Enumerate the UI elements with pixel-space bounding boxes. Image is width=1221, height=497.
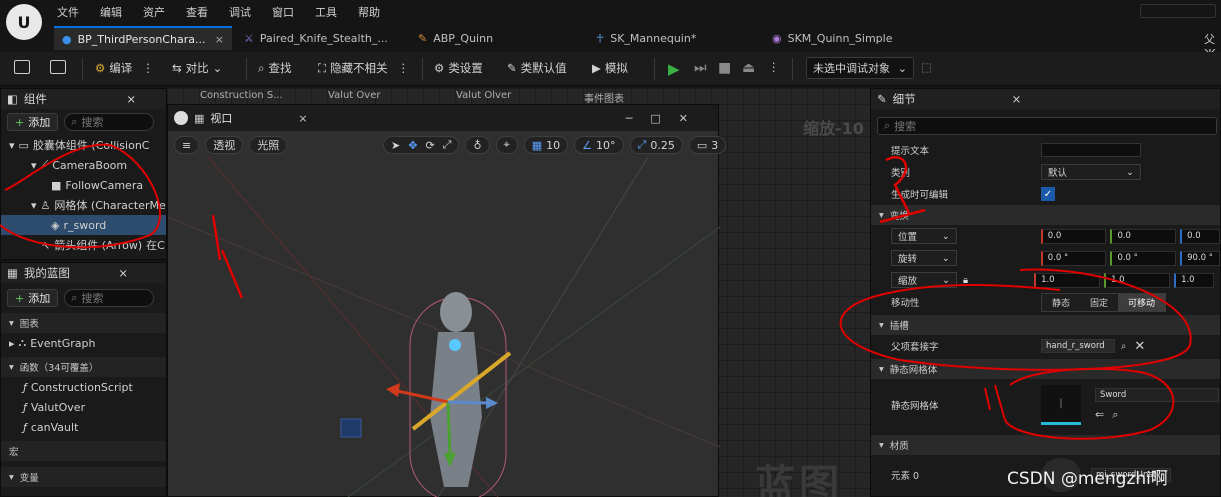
- csdn-watermark: CSDN @mengzhi啊: [1007, 469, 1168, 489]
- annotation-number-one: [211, 214, 244, 299]
- annotation-circle-transform: [839, 268, 1192, 371]
- annotation-layer: [0, 143, 1192, 440]
- annotation-circle-mesh: [984, 367, 1175, 440]
- annotation-circle-components: [0, 143, 161, 249]
- annotation-number-two: [879, 156, 926, 224]
